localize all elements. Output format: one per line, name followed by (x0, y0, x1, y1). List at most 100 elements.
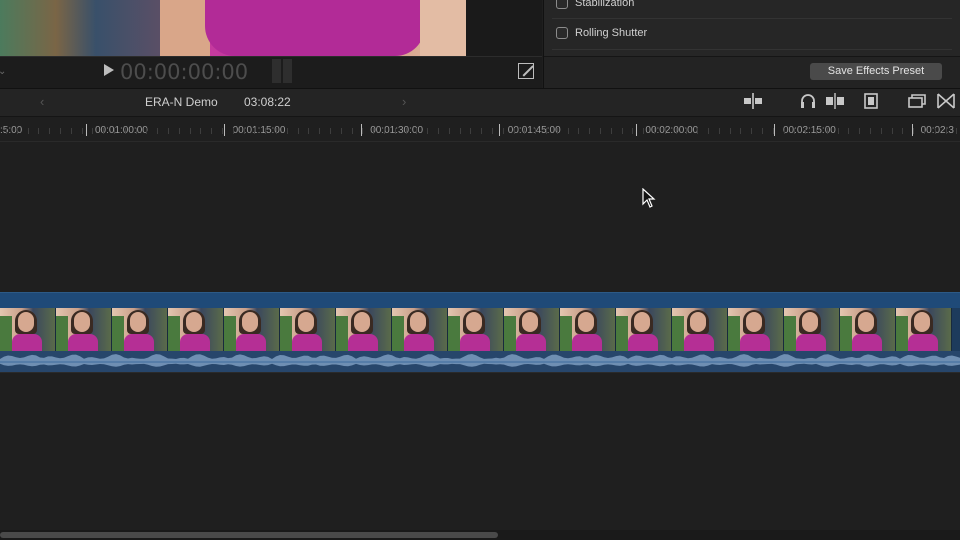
clip-thumbnail (728, 308, 784, 351)
ruler-minor-tick (6, 128, 7, 134)
rolling-shutter-label: Rolling Shutter (575, 27, 648, 39)
ruler-minor-tick (200, 128, 201, 134)
ruler-minor-tick (935, 128, 936, 134)
ruler-tick (774, 124, 775, 136)
ruler-minor-tick (157, 128, 158, 134)
viewer (0, 0, 542, 56)
stabilization-label: Stabilization (575, 0, 635, 9)
divider (552, 18, 952, 19)
clip-thumbnail (56, 308, 112, 351)
chevron-right-icon[interactable]: › (402, 94, 406, 109)
ruler-minor-tick (60, 128, 61, 134)
ruler-minor-tick (611, 128, 612, 134)
ruler-minor-tick (654, 128, 655, 134)
ruler-minor-tick (643, 128, 644, 134)
ruler-minor-tick (589, 128, 590, 134)
divider (552, 49, 952, 50)
ruler-tick (636, 124, 638, 136)
ruler-minor-tick (319, 128, 320, 134)
ruler-label: 00:02:3 (920, 125, 954, 136)
ruler-minor-tick (330, 128, 331, 134)
ruler-minor-tick (233, 128, 234, 134)
clip-thumbnail (840, 308, 896, 351)
ruler-minor-tick (276, 128, 277, 134)
scrollbar-thumb[interactable] (0, 532, 498, 538)
ruler-minor-tick (222, 128, 223, 134)
ruler-minor-tick (902, 128, 903, 134)
ruler-minor-tick (794, 128, 795, 134)
clip-title-bar[interactable] (0, 293, 960, 308)
ruler-minor-tick (28, 128, 29, 134)
ruler-minor-tick (622, 128, 623, 134)
ruler-minor-tick (308, 128, 309, 134)
ruler-minor-tick (114, 128, 115, 134)
ruler-minor-tick (492, 128, 493, 134)
project-duration: 03:08:22 (244, 95, 291, 109)
clip-thumbnail (448, 308, 504, 351)
ruler-minor-tick (244, 128, 245, 134)
ruler-minor-tick (136, 128, 137, 134)
ruler-minor-tick (676, 128, 677, 134)
ruler-minor-tick (730, 128, 731, 134)
clip-thumbnail (280, 308, 336, 351)
chevron-left-icon[interactable]: ‹ (40, 94, 44, 109)
stabilization-option[interactable]: Stabilization (556, 0, 634, 9)
clip-thumbnail (896, 308, 952, 351)
ruler-minor-tick (784, 128, 785, 134)
rolling-shutter-checkbox[interactable] (556, 27, 568, 39)
ruler-minor-tick (211, 128, 212, 134)
clip-thumbnail (392, 308, 448, 351)
chevron-down-icon[interactable]: ⌄ (0, 66, 6, 77)
viewer-controls (0, 56, 542, 88)
ruler-minor-tick (298, 128, 299, 134)
ruler-minor-tick (956, 128, 957, 134)
video-arm-right (420, 0, 466, 56)
ruler-tick (498, 124, 500, 136)
audio-waveform[interactable] (0, 351, 960, 372)
ruler-minor-tick (352, 128, 353, 134)
ruler-minor-tick (719, 128, 720, 134)
transitions-icon[interactable] (936, 92, 956, 110)
ruler-minor-tick (265, 128, 266, 134)
ruler-minor-tick (481, 128, 482, 134)
ruler-minor-tick (38, 128, 39, 134)
ruler-minor-tick (524, 128, 525, 134)
clip-connections-icon[interactable] (861, 92, 881, 110)
ruler-minor-tick (384, 128, 385, 134)
save-effects-preset-button[interactable]: Save Effects Preset (810, 63, 942, 80)
snapping-icon[interactable] (825, 92, 845, 110)
ruler-minor-tick (751, 128, 752, 134)
ruler-minor-tick (49, 128, 50, 134)
ruler-tick (223, 124, 225, 136)
audio-skimming-icon[interactable] (798, 92, 818, 110)
ruler-minor-tick (546, 128, 547, 134)
ruler-minor-tick (179, 128, 180, 134)
ruler-minor-tick (892, 128, 893, 134)
rolling-shutter-option[interactable]: Rolling Shutter (556, 27, 647, 39)
fullscreen-icon[interactable] (518, 63, 534, 79)
audio-meter (272, 59, 294, 83)
ruler-minor-tick (708, 128, 709, 134)
clip-appearance-icon[interactable] (743, 92, 763, 110)
ruler-tick (86, 124, 87, 136)
ruler-minor-tick (557, 128, 558, 134)
ruler-minor-tick (287, 128, 288, 134)
stabilization-checkbox[interactable] (556, 0, 568, 9)
ruler-minor-tick (362, 128, 363, 134)
fcp-window: ⌄ 00:00:00:00 Stabilization Rolling Shut… (0, 0, 960, 540)
ruler-label: :5:00 (0, 125, 23, 136)
ruler-minor-tick (665, 128, 666, 134)
clip-filmstrip[interactable] (0, 308, 960, 351)
ruler-minor-tick (913, 128, 914, 134)
clip-thumbnail (616, 308, 672, 351)
ruler-minor-tick (373, 128, 374, 134)
browser-toggle-icon[interactable] (907, 92, 927, 110)
ruler-minor-tick (773, 128, 774, 134)
ruler-minor-tick (762, 128, 763, 134)
ruler-minor-tick (838, 128, 839, 134)
play-icon[interactable] (104, 64, 114, 76)
ruler-minor-tick (632, 128, 633, 134)
track-divider (0, 372, 960, 373)
timecode-display: 00:00:00:00 (120, 60, 249, 84)
ruler-minor-tick (827, 128, 828, 134)
